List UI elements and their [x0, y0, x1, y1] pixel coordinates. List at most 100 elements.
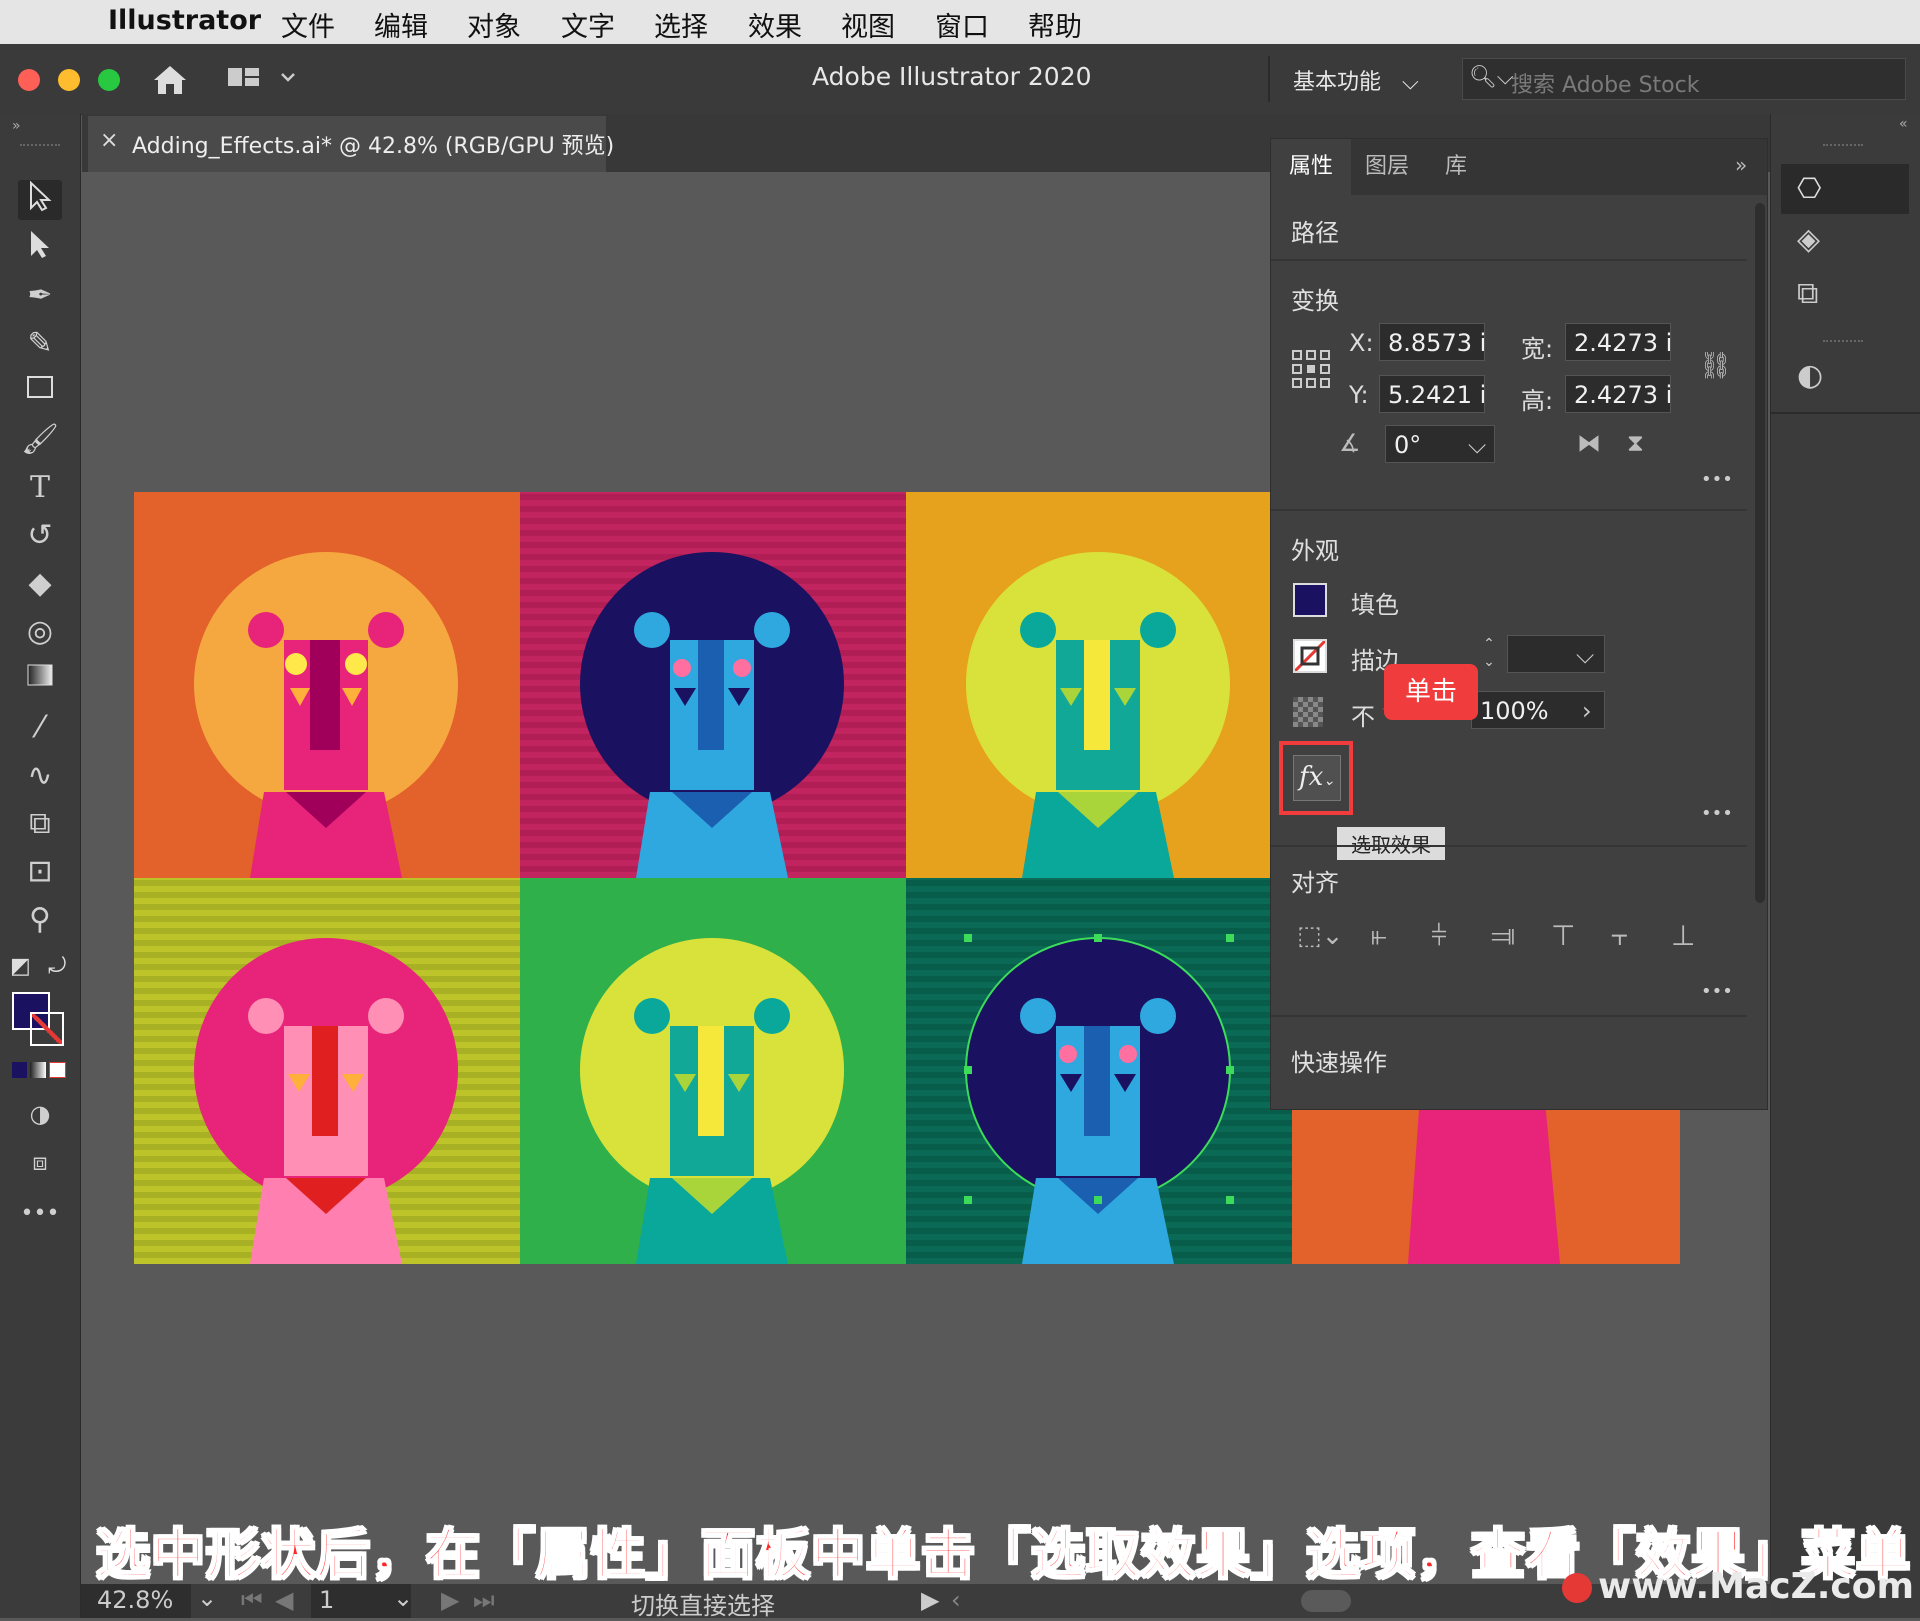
artwork-tile[interactable]	[906, 878, 1292, 1264]
width-field[interactable]: 2.4273 ir	[1565, 323, 1671, 361]
pen-tool-icon[interactable]: ✒	[18, 276, 62, 316]
artwork-tile[interactable]	[134, 492, 520, 878]
rotate-tool-icon[interactable]: ↺	[18, 516, 62, 556]
menu-object[interactable]: 对象	[467, 5, 521, 44]
flip-horizontal-icon[interactable]: ⧓	[1577, 429, 1601, 457]
stroke-weight-field[interactable]: ⌵	[1507, 635, 1605, 673]
appearance-icon[interactable]: ◐	[1797, 358, 1823, 393]
choose-effect-button[interactable]: fx⌄	[1293, 755, 1341, 801]
chevron-right-icon[interactable]: ›	[1582, 692, 1592, 728]
horizontal-scroll-thumb[interactable]	[1301, 1590, 1351, 1612]
last-artboard-icon[interactable]: ⏭	[473, 1586, 495, 1614]
align-right-icon[interactable]: ⫥	[1491, 919, 1515, 953]
flip-vertical-icon[interactable]: ⧗	[1627, 429, 1644, 457]
eyedropper-tool-icon[interactable]: ⁄	[18, 708, 62, 748]
workspace-switcher[interactable]: 基本功能 ⌵	[1293, 64, 1419, 96]
align-vertical-center-icon[interactable]: ⫟	[1611, 919, 1628, 953]
draw-mode-icon[interactable]: ◑	[18, 1094, 62, 1134]
close-window-button[interactable]	[18, 69, 40, 91]
menu-effect[interactable]: 效果	[748, 5, 802, 44]
menu-view[interactable]: 视图	[841, 5, 895, 44]
reference-point-icon[interactable]	[1291, 349, 1331, 389]
menu-edit[interactable]: 编辑	[374, 5, 428, 44]
menu-window[interactable]: 窗口	[935, 5, 989, 44]
document-tab[interactable]: × Adding_Effects.ai* @ 42.8% (RGB/GPU 预览…	[88, 116, 614, 172]
puppet-warp-tool-icon[interactable]: ◎	[18, 612, 62, 652]
chevron-down-icon[interactable]: ⌄	[197, 1584, 217, 1612]
collapse-toolbar-icon[interactable]: »	[12, 118, 21, 134]
stroke-swatch[interactable]	[1293, 639, 1327, 673]
close-tab-icon[interactable]: ×	[100, 128, 118, 153]
chevron-down-icon[interactable]: ⌵	[1468, 426, 1486, 462]
zoom-field[interactable]: 42.8%	[81, 1584, 191, 1618]
stock-search-box[interactable]: 🔍︎⌵ 搜索 Adobe Stock	[1462, 58, 1906, 100]
zoom-tool-icon[interactable]: ⚲	[18, 900, 62, 940]
opacity-field[interactable]: 100% ›	[1471, 691, 1605, 729]
align-top-icon[interactable]: ⊤	[1551, 919, 1575, 952]
symbol-sprayer-tool-icon[interactable]: ⧉	[18, 804, 62, 844]
arrange-documents-icon[interactable]	[226, 64, 296, 94]
none-mode-icon[interactable]	[48, 1062, 66, 1078]
menu-select[interactable]: 选择	[654, 5, 708, 44]
paintbrush-tool-icon[interactable]: 🖌︎	[18, 420, 62, 460]
default-colors-icon[interactable]: ◩	[10, 954, 31, 979]
swap-colors-icon[interactable]: ⤾	[48, 954, 66, 979]
artwork-tile[interactable]	[134, 878, 520, 1264]
tab-properties[interactable]: 属性	[1271, 139, 1351, 195]
curvature-tool-icon[interactable]: ✎	[18, 324, 62, 364]
rotate-angle-field[interactable]: 0° ⌵	[1385, 425, 1495, 463]
more-options-icon[interactable]: •••	[1701, 981, 1733, 1002]
search-input[interactable]: 搜索 Adobe Stock	[1511, 67, 1699, 99]
fill-swatch[interactable]	[1293, 583, 1327, 617]
properties-dock-button[interactable]: ⎔	[1781, 164, 1909, 214]
height-field[interactable]: 2.4273 ir	[1565, 375, 1671, 413]
selection-tool-icon[interactable]	[18, 180, 62, 220]
stroke-weight-stepper[interactable]: ⌃ ⌄	[1475, 635, 1503, 673]
eraser-tool-icon[interactable]: ◆	[18, 564, 62, 604]
libraries-icon[interactable]: ⧉	[1797, 276, 1818, 311]
expand-panels-icon[interactable]: «	[1899, 116, 1908, 132]
color-mode-icon[interactable]	[12, 1062, 28, 1078]
gradient-mode-icon[interactable]	[30, 1062, 46, 1078]
menu-type[interactable]: 文字	[561, 5, 615, 44]
previous-artboard-icon[interactable]: ◀	[275, 1586, 293, 1614]
dock-grip[interactable]	[1823, 340, 1863, 346]
scroll-left-icon[interactable]: ‹	[951, 1586, 961, 1614]
direct-selection-tool-icon[interactable]	[18, 228, 62, 268]
panel-menu-icon[interactable]: »	[1735, 153, 1747, 177]
x-position-field[interactable]: 8.8573 i	[1379, 323, 1485, 361]
next-artboard-icon[interactable]: ▶	[441, 1586, 459, 1614]
zoom-window-button[interactable]	[98, 69, 120, 91]
align-to-selection-icon[interactable]: ⬚⌄	[1297, 921, 1343, 951]
rectangle-tool-icon[interactable]	[18, 372, 62, 412]
more-options-icon[interactable]: •••	[1701, 803, 1733, 824]
status-menu-icon[interactable]: ▶	[921, 1586, 939, 1614]
toolbar-grip[interactable]	[20, 144, 60, 150]
minimize-window-button[interactable]	[58, 69, 80, 91]
blend-tool-icon[interactable]: ∿	[18, 756, 62, 796]
align-horizontal-center-icon[interactable]: ⫩	[1431, 919, 1447, 953]
artwork-tile[interactable]	[906, 492, 1292, 878]
screen-mode-icon[interactable]: ⧈	[18, 1142, 62, 1182]
stroke-color-swatch[interactable]	[30, 1012, 64, 1046]
home-icon[interactable]	[150, 62, 190, 98]
y-position-field[interactable]: 5.2421 i	[1379, 375, 1485, 413]
align-bottom-icon[interactable]: ⊥	[1671, 919, 1695, 952]
artwork-tile[interactable]	[520, 878, 906, 1264]
menu-help[interactable]: 帮助	[1028, 5, 1082, 44]
tab-layers[interactable]: 图层	[1365, 139, 1409, 195]
menu-file[interactable]: 文件	[281, 5, 335, 44]
gradient-tool-icon[interactable]	[18, 660, 62, 700]
chevron-down-icon[interactable]: ⌵	[1576, 636, 1594, 672]
more-options-icon[interactable]: •••	[1701, 469, 1733, 490]
align-left-icon[interactable]: ⫦	[1371, 919, 1387, 953]
artwork-tile[interactable]	[520, 492, 906, 878]
tab-libraries[interactable]: 库	[1445, 139, 1467, 195]
type-tool-icon[interactable]: T	[18, 468, 62, 508]
first-artboard-icon[interactable]: ⏮	[241, 1586, 263, 1614]
chevron-down-icon[interactable]: ⌄	[393, 1584, 413, 1612]
dock-grip[interactable]	[1823, 144, 1863, 150]
panel-scrollbar[interactable]	[1755, 203, 1765, 903]
edit-toolbar-icon[interactable]: •••	[18, 1194, 62, 1234]
color-mode-buttons[interactable]	[12, 1062, 66, 1078]
